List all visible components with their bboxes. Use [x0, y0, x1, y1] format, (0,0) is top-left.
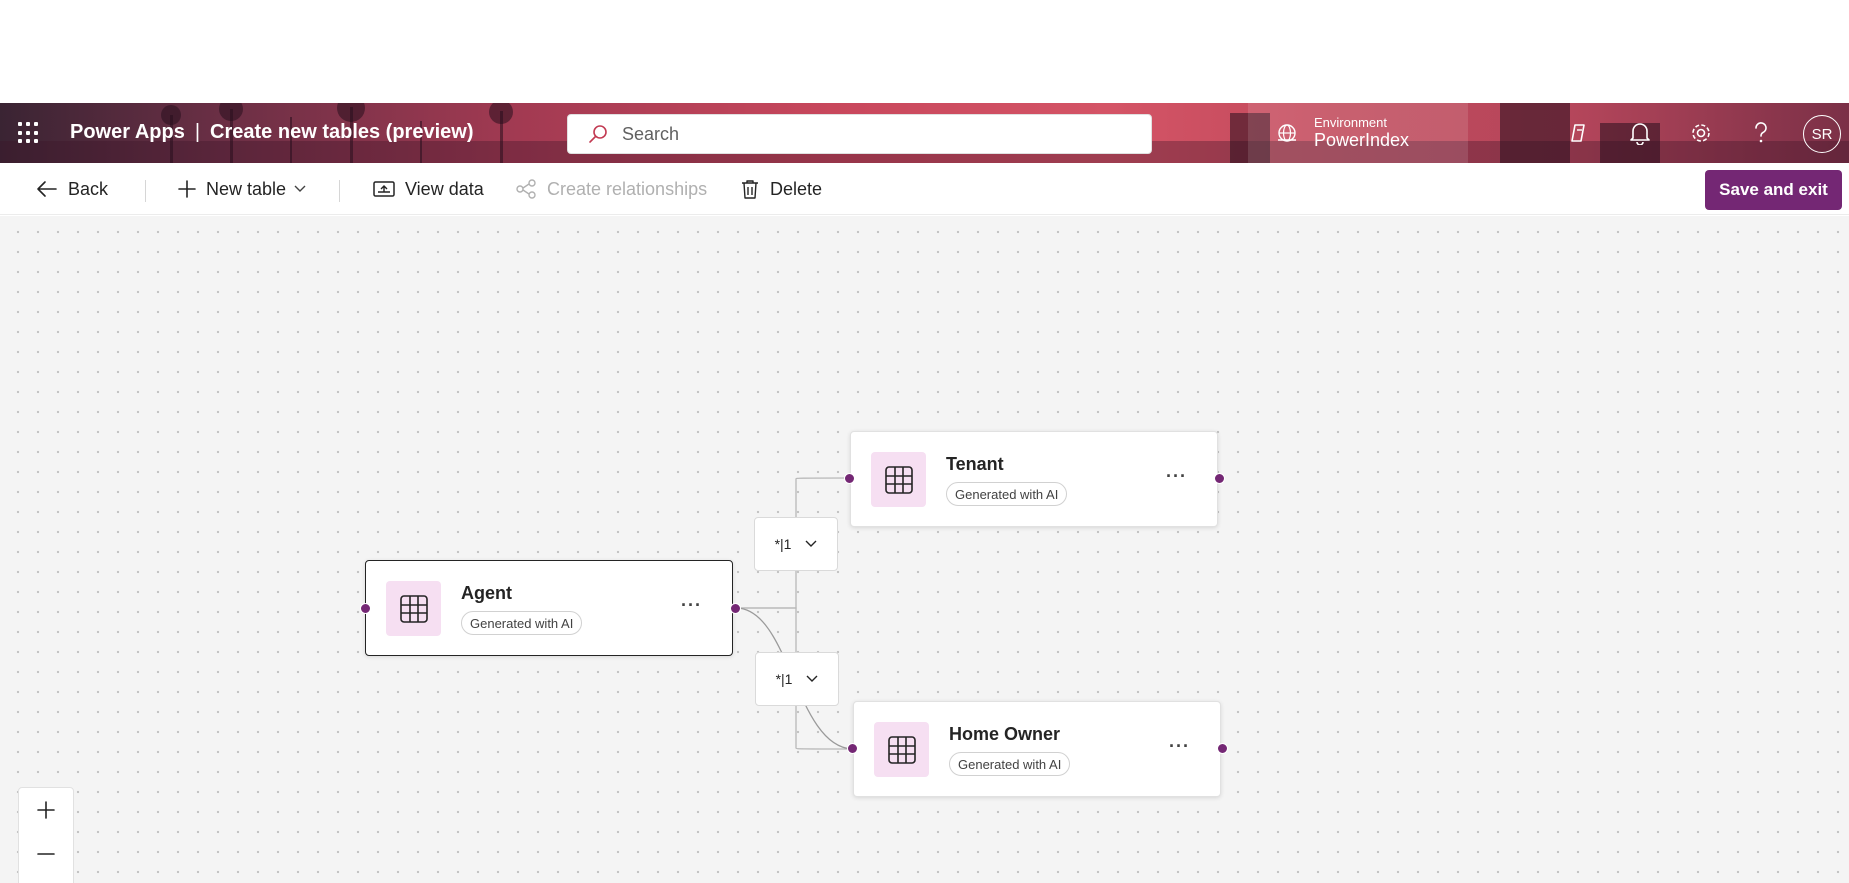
back-button[interactable]: Back [36, 163, 108, 215]
app-name[interactable]: Power Apps [70, 121, 185, 143]
table-card-agent[interactable]: Agent Generated with AI ··· [365, 560, 733, 656]
new-table-label: New table [206, 178, 287, 199]
relationship-cardinality-button[interactable]: *|1 [755, 652, 839, 706]
help-icon[interactable] [1747, 119, 1775, 147]
app-title: Power Apps | Create new tables (preview) [70, 121, 473, 144]
back-label: Back [68, 178, 109, 199]
copilot-icon[interactable] [1565, 119, 1593, 147]
relationship-cardinality-button[interactable]: *|1 [754, 517, 838, 571]
table-icon [386, 581, 441, 636]
table-designer-canvas[interactable]: Agent Generated with AI ··· Tenant Gener… [0, 216, 1849, 883]
environment-name: PowerIndex [1314, 130, 1410, 150]
environment-picker[interactable]: Environment PowerIndex [1248, 103, 1468, 163]
ai-badge: Generated with AI [461, 611, 583, 635]
search-input[interactable] [622, 123, 1122, 145]
create-relationships-button[interactable]: Create relationships [515, 163, 707, 215]
plus-icon [178, 180, 196, 198]
chevron-down-icon [806, 675, 818, 682]
view-data-button[interactable]: View data [373, 163, 484, 215]
minus-icon [37, 853, 55, 855]
table-name: Tenant [946, 454, 1004, 474]
chevron-down-icon [294, 185, 306, 192]
bell-icon[interactable] [1626, 119, 1654, 147]
save-and-exit-button[interactable]: Save and exit [1705, 170, 1842, 210]
arrow-left-icon [37, 181, 57, 197]
command-bar: Back New table View data Create relation… [0, 163, 1849, 215]
table-card-tenant[interactable]: Tenant Generated with AI ··· [850, 431, 1218, 527]
delete-button[interactable]: Delete [740, 163, 822, 215]
table-icon [874, 722, 929, 777]
chevron-down-icon [805, 540, 817, 547]
ai-badge: Generated with AI [949, 752, 1071, 776]
connection-port[interactable] [730, 603, 741, 614]
waffle-icon[interactable] [18, 122, 40, 144]
trash-icon [742, 180, 758, 199]
connection-port[interactable] [1217, 743, 1228, 754]
relationships-icon [516, 179, 536, 199]
view-data-icon [373, 181, 395, 197]
toolbar-divider [145, 180, 146, 202]
cardinality-label: *|1 [775, 671, 793, 687]
plus-icon [37, 801, 55, 819]
cardinality-label: *|1 [774, 536, 792, 552]
delete-label: Delete [770, 178, 823, 199]
gear-icon[interactable] [1687, 119, 1715, 147]
table-icon [871, 452, 926, 507]
page-title: Create new tables (preview) [210, 121, 474, 143]
connection-port[interactable] [1214, 473, 1225, 484]
table-card-home-owner[interactable]: Home Owner Generated with AI ··· [853, 701, 1221, 797]
avatar[interactable]: SR [1803, 115, 1841, 153]
zoom-in-button[interactable] [19, 788, 73, 832]
connection-port[interactable] [847, 743, 858, 754]
table-name: Home Owner [949, 724, 1061, 744]
create-relationships-label: Create relationships [547, 178, 708, 199]
title-separator: | [194, 121, 201, 143]
more-options-icon[interactable]: ··· [1166, 466, 1187, 487]
search-icon [589, 125, 607, 143]
app-header: Power Apps | Create new tables (preview) E… [0, 103, 1849, 163]
view-data-label: View data [405, 178, 484, 199]
environment-label: Environment [1314, 115, 1387, 130]
ai-badge: Generated with AI [946, 482, 1068, 506]
top-blank-area [0, 0, 1849, 103]
more-options-icon[interactable]: ··· [1169, 736, 1190, 757]
toolbar-divider [339, 180, 340, 202]
more-options-icon[interactable]: ··· [681, 595, 702, 616]
zoom-out-button[interactable] [19, 832, 73, 876]
search-box[interactable] [567, 114, 1152, 154]
connection-port[interactable] [360, 603, 371, 614]
table-name: Agent [461, 583, 512, 603]
zoom-controls [18, 787, 74, 883]
environment-icon [1278, 124, 1296, 142]
new-table-button[interactable]: New table [178, 163, 316, 215]
connection-port[interactable] [844, 473, 855, 484]
